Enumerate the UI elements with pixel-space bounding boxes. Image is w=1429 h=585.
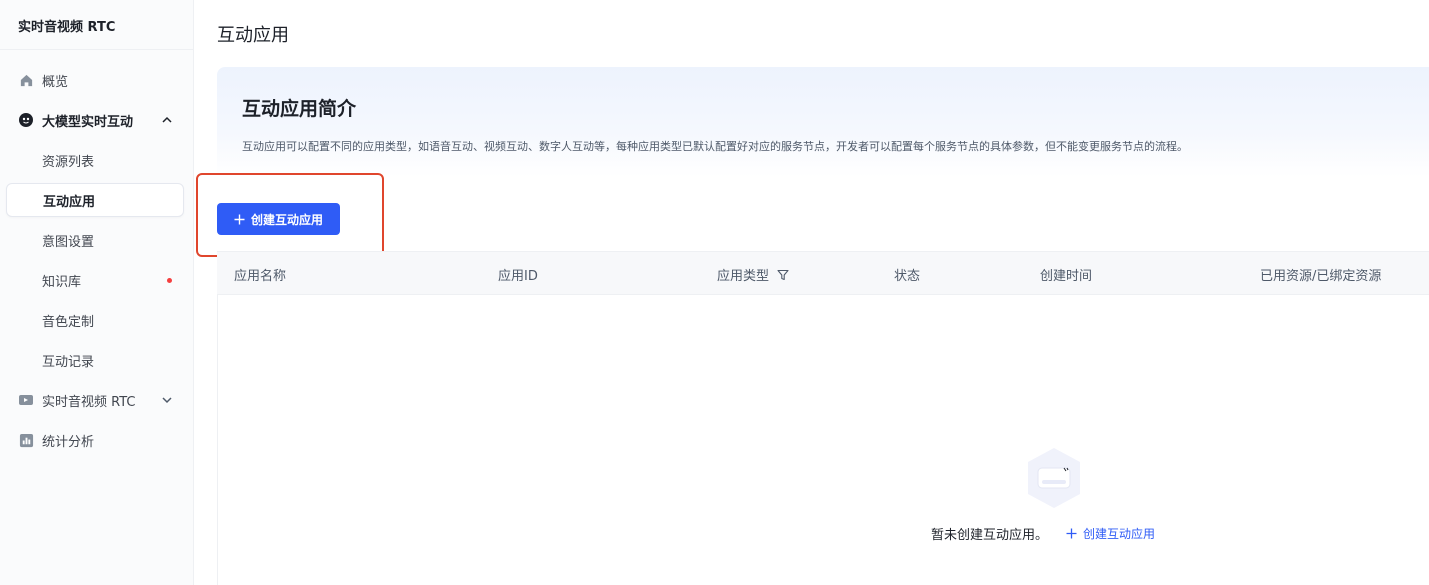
sidebar-item-label: 意图设置 (42, 234, 95, 250)
table-header: 应用名称 应用ID 应用类型 状态 创建时间 已用资源/已绑定资源 (217, 251, 1429, 295)
empty-create-app-link[interactable]: 创建互动应用 (1066, 525, 1155, 542)
intro-title: 互动应用简介 (242, 98, 357, 120)
sidebar-item-resource-list[interactable]: 资源列表 (6, 143, 184, 177)
sidebar-item-label: 概览 (42, 74, 69, 90)
column-header-app-id: 应用ID (498, 269, 538, 284)
sidebar-item-interaction-records[interactable]: 互动记录 (6, 343, 184, 377)
sidebar-item-label: 互动应用 (43, 194, 96, 210)
column-header-app-name: 应用名称 (234, 269, 287, 284)
column-header-status: 状态 (894, 269, 921, 284)
video-icon (18, 392, 34, 408)
sidebar-item-intent-settings[interactable]: 意图设置 (6, 223, 184, 257)
sidebar-item-label: 互动记录 (42, 354, 95, 370)
filter-icon[interactable] (777, 269, 789, 281)
app-root: 实时音视频 RTC 概览 大模型实时互动 资源列表 互动应用 意图设置 知识库 … (0, 0, 1429, 585)
sidebar: 实时音视频 RTC 概览 大模型实时互动 资源列表 互动应用 意图设置 知识库 … (0, 0, 194, 585)
chevron-down-icon[interactable] (160, 393, 174, 407)
create-app-button-label: 创建互动应用 (250, 212, 323, 227)
create-app-button[interactable]: 创建互动应用 (217, 203, 340, 235)
chart-icon (18, 432, 34, 448)
sidebar-item-label: 实时音视频 RTC (42, 394, 136, 410)
sidebar-item-overview[interactable]: 概览 (6, 63, 184, 97)
empty-create-app-link-label: 创建互动应用 (1083, 527, 1156, 541)
page-title: 互动应用 (217, 25, 289, 46)
intro-description: 互动应用可以配置不同的应用类型，如语音互动、视频互动、数字人互动等，每种应用类型… (242, 140, 1188, 153)
sidebar-item-statistics[interactable]: 统计分析 (6, 423, 184, 457)
sidebar-item-label: 音色定制 (42, 314, 95, 330)
sidebar-item-interactive-apps[interactable]: 互动应用 (6, 183, 184, 217)
table-body: 暂未创建互动应用。 创建互动应用 (217, 295, 1429, 585)
empty-state: 暂未创建互动应用。 创建互动应用 (931, 524, 1155, 543)
new-badge-dot (167, 277, 172, 283)
sidebar-item-label: 资源列表 (42, 154, 95, 170)
sidebar-item-voice-custom[interactable]: 音色定制 (6, 303, 184, 337)
sidebar-item-rtc[interactable]: 实时音视频 RTC (6, 383, 184, 417)
home-icon (18, 72, 34, 88)
sidebar-item-knowledge-base[interactable]: 知识库 (6, 263, 184, 297)
empty-state-illustration (1024, 446, 1084, 510)
chevron-up-icon[interactable] (160, 113, 174, 127)
intro-card: 互动应用简介 互动应用可以配置不同的应用类型，如语音互动、视频互动、数字人互动等… (217, 67, 1429, 177)
ai-bot-icon (18, 112, 34, 128)
sidebar-item-label: 统计分析 (42, 434, 95, 450)
sidebar-title: 实时音视频 RTC (18, 20, 116, 35)
column-header-app-type: 应用类型 (717, 265, 789, 284)
column-header-label: 应用类型 (717, 269, 770, 284)
column-header-resources: 已用资源/已绑定资源 (1260, 269, 1382, 284)
empty-state-text: 暂未创建互动应用。 (931, 528, 1049, 543)
sidebar-divider (0, 49, 193, 50)
plus-icon (1066, 528, 1077, 539)
sidebar-item-label: 知识库 (42, 274, 82, 290)
sidebar-item-label: 大模型实时互动 (42, 114, 134, 130)
column-header-created-time: 创建时间 (1040, 269, 1093, 284)
plus-icon (234, 214, 245, 225)
sidebar-item-llm-realtime[interactable]: 大模型实时互动 (6, 103, 184, 137)
